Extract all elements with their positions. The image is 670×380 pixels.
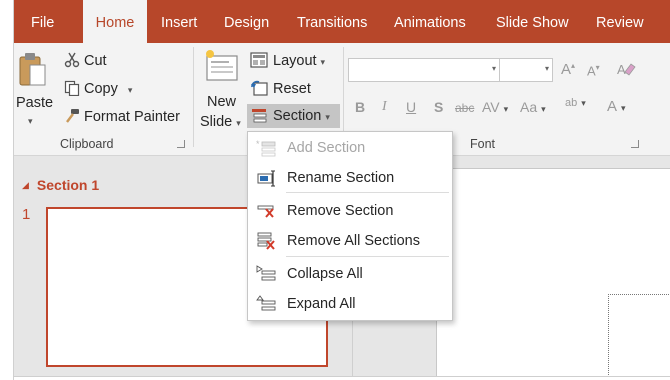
window-border (13, 376, 670, 377)
clear-formatting-icon[interactable]: A (616, 60, 636, 81)
character-spacing-label: AV (482, 99, 500, 115)
remove-section-icon (256, 202, 276, 220)
format-painter-icon (64, 108, 80, 127)
shrink-font-button[interactable]: A▾ (587, 63, 600, 78)
text-shadow-button[interactable]: S (434, 99, 443, 115)
strikethrough-button[interactable]: abc (455, 101, 474, 115)
menu-item-remove-section[interactable]: Remove Section (249, 198, 451, 224)
font-size-dropdown-arrow[interactable]: ▾ (545, 64, 549, 73)
tab-slide-show[interactable]: Slide Show (496, 0, 569, 43)
slide-number: 1 (22, 206, 31, 223)
paste-button[interactable]: Paste (16, 94, 53, 112)
svg-text:A: A (617, 62, 626, 77)
svg-text:*: * (256, 139, 260, 149)
collapse-all-icon (256, 265, 276, 283)
font-dialog-launcher[interactable] (631, 140, 639, 148)
format-painter-button[interactable]: Format Painter (84, 108, 180, 126)
tab-home[interactable]: Home (83, 0, 147, 43)
menu-item-expand-all[interactable]: Expand All (249, 291, 451, 317)
menu-item-label: Rename Section (287, 170, 395, 186)
new-slide-button-line1[interactable]: New (207, 93, 236, 111)
layout-icon (250, 52, 268, 71)
section-label: Section (273, 108, 322, 124)
add-section-icon: * (256, 139, 276, 157)
font-color-label: A (607, 98, 618, 115)
layout-dropdown-arrow[interactable]: ▾ (321, 57, 326, 67)
new-slide-label: Slide (200, 114, 233, 130)
character-spacing-dropdown-arrow[interactable]: ▾ (504, 104, 509, 114)
copy-icon (64, 80, 80, 99)
tab-transitions[interactable]: Transitions (297, 0, 367, 43)
clipboard-dialog-launcher[interactable] (177, 140, 185, 148)
section-dropdown-menu: * Add Section Rename Section Remove Sect… (247, 131, 453, 321)
italic-button[interactable]: I (382, 99, 387, 115)
new-slide-dropdown-arrow[interactable]: ▾ (236, 118, 241, 128)
tab-insert[interactable]: Insert (161, 0, 197, 43)
menu-item-remove-all-sections[interactable]: Remove All Sections (249, 228, 451, 254)
rename-section-icon (256, 169, 276, 187)
section-name: Section 1 (36, 177, 100, 193)
reset-icon (250, 80, 268, 99)
tab-review[interactable]: Review (596, 0, 644, 43)
expand-all-icon (256, 295, 276, 313)
copy-label: Copy (84, 81, 118, 97)
menu-item-collapse-all[interactable]: Collapse All (249, 261, 451, 287)
font-group-label: Font (470, 137, 496, 151)
change-case-button[interactable]: Aa ▾ (520, 99, 546, 115)
tab-animations[interactable]: Animations (394, 0, 466, 43)
grow-font-label: A (561, 61, 572, 78)
new-slide-icon[interactable] (203, 48, 239, 89)
section-button-text: Section ▾ (273, 107, 330, 126)
group-separator (193, 47, 194, 147)
grow-font-button[interactable]: A▴ (561, 61, 575, 78)
menu-item-label: Collapse All (287, 266, 363, 282)
font-color-button[interactable]: A ▾ (607, 98, 626, 115)
menu-item-rename-section[interactable]: Rename Section (249, 165, 451, 191)
copy-dropdown-arrow[interactable]: ▾ (128, 85, 133, 95)
powerpoint-window: File Home Insert Design Transitions Anim… (0, 0, 670, 380)
remove-all-sections-icon (256, 232, 276, 250)
copy-button[interactable]: Copy ▾ (84, 80, 132, 99)
menu-separator (286, 256, 449, 257)
menu-item-label: Expand All (287, 296, 356, 312)
section-dropdown-arrow: ▾ (325, 112, 330, 122)
content-placeholder[interactable] (608, 294, 670, 377)
new-slide-button[interactable]: Slide ▾ (200, 113, 241, 132)
collapse-triangle-icon[interactable]: ◢ (22, 180, 29, 191)
font-name-combo[interactable]: ▾ (348, 58, 500, 82)
paste-icon[interactable] (18, 51, 48, 92)
menu-item-label: Remove All Sections (287, 233, 420, 249)
section-header[interactable]: ◢ Section 1 (22, 177, 99, 193)
menu-item-add-section[interactable]: * Add Section (249, 135, 451, 161)
highlight-dropdown-arrow[interactable]: ▾ (581, 98, 586, 108)
clipboard-group-label: Clipboard (60, 137, 114, 151)
change-case-dropdown-arrow[interactable]: ▾ (541, 104, 546, 114)
change-case-label: Aa (520, 99, 538, 115)
bold-button[interactable]: B (355, 99, 365, 115)
font-size-combo[interactable]: ▾ (499, 58, 553, 82)
menu-item-label: Remove Section (287, 203, 394, 219)
highlight-button[interactable]: ab ▾ (565, 97, 586, 109)
scissors-icon (64, 52, 80, 71)
underline-button[interactable]: U (406, 99, 416, 115)
section-icon (251, 108, 267, 127)
menu-item-label: Add Section (287, 140, 366, 156)
tab-file[interactable]: File (31, 0, 54, 43)
ribbon-tab-bar: File Home Insert Design Transitions Anim… (14, 0, 670, 43)
paste-dropdown-arrow[interactable]: ▾ (28, 112, 33, 130)
tab-design[interactable]: Design (224, 0, 269, 43)
shrink-font-label: A (587, 63, 596, 79)
font-name-dropdown-arrow[interactable]: ▾ (492, 64, 496, 73)
font-color-dropdown-arrow[interactable]: ▾ (621, 103, 626, 113)
cut-button[interactable]: Cut (84, 52, 107, 70)
reset-button[interactable]: Reset (273, 80, 311, 98)
menu-separator (286, 192, 449, 193)
layout-label: Layout (273, 53, 317, 69)
character-spacing-button[interactable]: AV ▾ (482, 99, 508, 115)
layout-button[interactable]: Layout ▾ (273, 52, 325, 71)
highlight-label: ab (565, 97, 578, 109)
section-button[interactable]: Section ▾ (247, 104, 340, 128)
